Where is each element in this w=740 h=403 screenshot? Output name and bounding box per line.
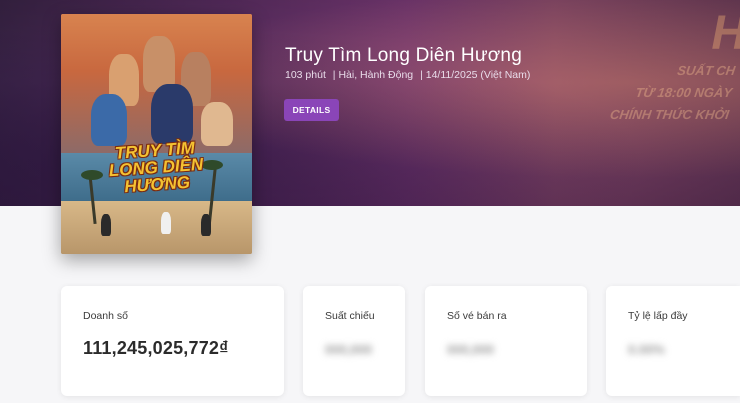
movie-duration: 103 phút <box>285 69 326 81</box>
stat-card-revenue: Doanh số 111,245,025,772₫ <box>61 286 284 396</box>
movie-genres: | Hài, Hành Động <box>332 69 414 81</box>
details-button[interactable]: DETAILS <box>284 99 339 121</box>
stat-card-tickets-sold: Số vé bán ra 000,000 <box>425 286 587 396</box>
stat-value: 111,245,025,772₫ <box>83 338 229 358</box>
stat-label: Doanh số <box>83 310 128 322</box>
movie-poster[interactable]: TRUY TÌM LONG DIÊN HƯƠNG <box>61 14 252 254</box>
banner-deco-letter: H <box>711 6 740 61</box>
stat-label: Số vé bán ra <box>447 310 507 322</box>
banner-deco-text: SUẤT CH TỪ 18:00 NGÀY CHÍNH THỨC KHỞI <box>609 63 737 122</box>
stat-card-showtimes: Suất chiếu 000,000 <box>303 286 405 396</box>
stat-value-hidden: 000,000 <box>325 342 372 357</box>
movie-release-date: | 14/11/2025 (Việt Nam) <box>420 69 531 81</box>
stat-card-occupancy: Tỷ lệ lấp đầy 0.00% <box>606 286 740 396</box>
stat-value-hidden: 000,000 <box>447 342 494 357</box>
movie-title: Truy Tìm Long Diên Hương <box>285 45 522 66</box>
poster-title: TRUY TÌM LONG DIÊN HƯƠNG <box>108 138 204 197</box>
stat-label: Suất chiếu <box>325 310 375 322</box>
movie-meta: 103 phút | Hài, Hành Động | 14/11/2025 (… <box>285 69 534 81</box>
stat-value-hidden: 0.00% <box>628 342 665 357</box>
movie-detail-page: H SUẤT CH TỪ 18:00 NGÀY CHÍNH THỨC KHỞI … <box>0 0 740 403</box>
stat-label: Tỷ lệ lấp đầy <box>628 310 688 322</box>
